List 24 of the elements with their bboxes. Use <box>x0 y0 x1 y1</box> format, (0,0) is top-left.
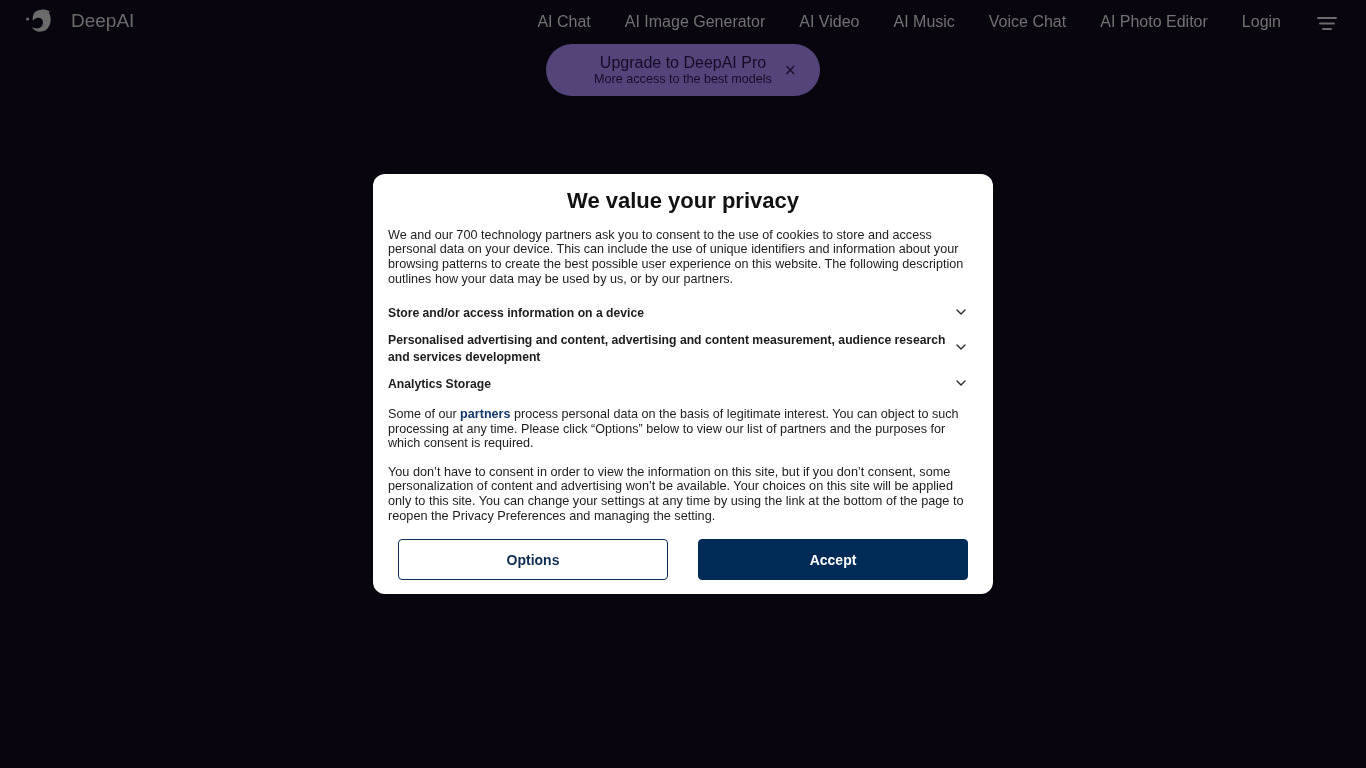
nav-link[interactable]: Voice Chat <box>988 13 1067 31</box>
nav-link[interactable]: AI Chat <box>537 13 591 31</box>
promo-banner[interactable]: Upgrade to DeepAI Pro More access to the best models × <box>546 44 820 96</box>
purpose-toggle[interactable]: Analytics Storage <box>388 371 978 399</box>
close-button[interactable]: × <box>781 62 799 78</box>
partners-link[interactable]: partners <box>460 407 511 422</box>
promo-title: Upgrade to DeepAI Pro <box>599 54 767 72</box>
nav-link[interactable]: AI Image Generator <box>624 13 766 31</box>
logo-icon[interactable] <box>26 9 52 33</box>
options-button[interactable]: Options <box>398 539 668 581</box>
site-name[interactable]: DeepAI <box>71 10 135 32</box>
nav-link[interactable]: AI Music <box>893 13 955 31</box>
menu-icon[interactable] <box>1317 16 1337 30</box>
login-link[interactable]: Login <box>1241 13 1281 31</box>
notice-text: Some of our partners process personal data on the basis of legitimate interest. You can object to such processing at any time. Please click “Options” below to view our list of partners and the purposes for which consent is required. <box>388 407 960 451</box>
nav-link[interactable]: AI Photo Editor <box>1100 13 1208 31</box>
dialog-title: We value your privacy <box>566 186 800 215</box>
accept-button[interactable]: Accept <box>698 539 968 581</box>
purpose-toggle[interactable]: Personalised advertising and content, advertising and content measurement, audience research and services development <box>388 327 978 372</box>
promo-subtitle: More access to the best models <box>594 72 772 87</box>
disclaimer-text: You don’t have to consent in order to view the information on this site, but if you don’t consent, some personalization of content and advertising won’t be available. Your choices on this site will be applied only to this site. You can change your settings at any time by using the link at the bottom of the page to reopen the Privacy Preferences and managing the setting. <box>388 464 965 524</box>
nav-link[interactable]: AI Video <box>799 13 860 31</box>
intro-text: We and our 700 technology partners ask you to consent to the use of cookies to store and access personal data on your device. This can include the use of unique identifiers and information about your browsing patterns to create the best possible user experience on this website. The following description outlines how your data may be used by us, or by our partners. <box>388 227 965 287</box>
purpose-toggle[interactable]: Store and/or access information on a device <box>388 300 978 328</box>
